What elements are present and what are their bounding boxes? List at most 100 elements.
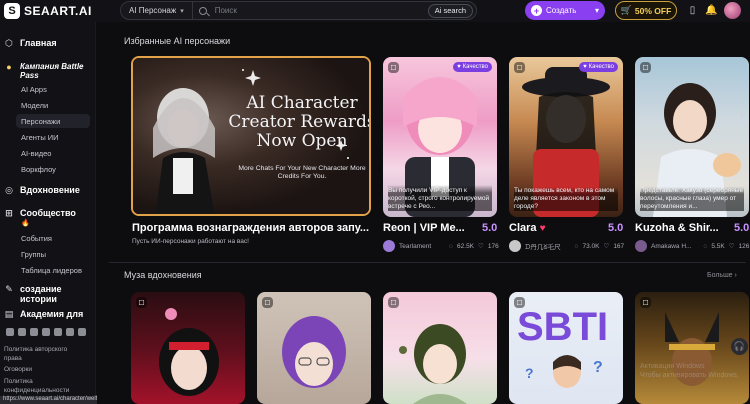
sidebar-item-home[interactable]: ⬡ Главная	[4, 38, 57, 49]
promo-button[interactable]: 🛒 50% OFF	[615, 1, 677, 20]
sidebar-item-create-stories[interactable]: ✎ создание истории	[4, 284, 80, 305]
sidebar-item-community[interactable]: ⊞ Сообщество	[4, 207, 76, 219]
sidebar-item-battle-pass[interactable]: ● Кампания Battle Pass	[4, 62, 86, 80]
disclaimer-link[interactable]: Оговорки	[4, 366, 32, 373]
more-link[interactable]: Больше ›	[707, 272, 737, 279]
logo[interactable]: S SEAART.AI	[4, 3, 92, 19]
character-card[interactable]: ☐ ♥ Качество Вы получили VIP-доступ к ко…	[383, 57, 497, 217]
search-type-dropdown[interactable]: AI Персонаж ▾	[121, 2, 193, 19]
sidebar-item-leaderboard[interactable]: Таблица лидеров	[21, 266, 82, 275]
character-meta: Tearlament ◌ 62.5K ♡ 176	[383, 240, 499, 252]
character-greeting: Представьте: Хакузо (серебряные волосы, …	[640, 187, 744, 211]
x-icon[interactable]	[18, 328, 26, 336]
discord-icon[interactable]	[6, 328, 14, 336]
character-card[interactable]: ☐ Представьте: Хакузо (серебряные волосы…	[635, 57, 749, 217]
sidebar-item-groups[interactable]: Группы	[21, 250, 46, 259]
create-button[interactable]: + Создать ▾	[525, 1, 605, 20]
sidebar: ⬡ Главная ● Кампания Battle Pass AI Apps…	[0, 22, 96, 404]
author-name[interactable]: ᗪ丹几ᘜ乇尺	[525, 241, 561, 252]
svg-text:SBTI: SBTI	[517, 305, 608, 349]
svg-text:?: ?	[593, 359, 603, 376]
muse-illustration: SBTI ? ?	[517, 305, 608, 388]
social-links	[6, 328, 86, 336]
support-headphone-icon[interactable]: 🎧	[731, 338, 748, 355]
search-bar[interactable]: AI Персонаж ▾ Поиск Ai search	[120, 1, 477, 20]
character-greeting: Вы получили VIP-доступ к короткой, строг…	[388, 185, 492, 211]
muse-card[interactable]: SBTI ? ? ☐	[509, 292, 623, 404]
sidebar-item-models[interactable]: Модели	[21, 101, 48, 110]
character-name[interactable]: Reon | VIP Me...	[383, 222, 465, 234]
like-icon: ♡	[728, 243, 735, 250]
badge-label: Качество	[588, 64, 614, 70]
facebook-icon[interactable]	[42, 328, 50, 336]
privacy-policy-link[interactable]: Политика конфиденциальности	[4, 377, 84, 395]
search-type-label: AI Персонаж	[129, 6, 177, 15]
author-name[interactable]: Tearlament	[399, 243, 431, 250]
chat-count-icon: ◌	[703, 242, 708, 250]
featured-section-title: Избранные AI персонажи	[124, 36, 231, 46]
section-divider	[109, 262, 746, 263]
like-icon: ♡	[478, 243, 484, 250]
heart-icon: ♥	[539, 223, 546, 234]
sidebar-item-label: Академия для	[20, 309, 84, 319]
instagram-icon[interactable]	[30, 328, 38, 336]
muse-section-title: Муза вдохновения	[124, 270, 202, 280]
sidebar-item-label: Главная	[20, 38, 57, 48]
sidebar-item-ai-video[interactable]: AI-видео	[21, 149, 51, 158]
author-avatar[interactable]	[635, 240, 647, 252]
character-name[interactable]: Clara ♥	[509, 222, 546, 234]
author-name[interactable]: Amakawa H...	[651, 243, 691, 250]
ai-search-button[interactable]: Ai search	[427, 3, 473, 18]
tiktok-icon[interactable]	[54, 328, 62, 336]
character-greeting: Ты покажешь всем, кто на самом деле явля…	[514, 187, 618, 211]
gift-icon: ⊞	[5, 207, 13, 218]
chat-count: 73.0K	[582, 242, 600, 250]
mobile-icon[interactable]: ▯	[686, 4, 699, 17]
sidebar-item-academy[interactable]: ▤ Академия для	[4, 309, 84, 320]
muse-card[interactable]: ☐	[131, 292, 245, 404]
muse-illustration	[282, 316, 346, 388]
chevron-down-icon: ▾	[594, 6, 599, 15]
chat-count: 62.5K	[457, 242, 475, 250]
author-avatar[interactable]	[509, 240, 521, 252]
character-name[interactable]: Kuzoha & Shir...	[635, 222, 719, 234]
banner-title[interactable]: Программа вознаграждения авторов запу...	[132, 222, 369, 234]
sidebar-item-agents[interactable]: Агенты ИИ	[21, 133, 59, 142]
muse-card[interactable]: ☐	[383, 292, 497, 404]
svg-text:?: ?	[525, 365, 534, 381]
rewards-banner-card[interactable]: AI Character Creator Rewards Now Open Mo…	[131, 56, 371, 216]
search-input[interactable]: Поиск	[215, 6, 428, 15]
character-card[interactable]: ☐ ♥ Качество Ты покажешь всем, кто на са…	[509, 57, 623, 217]
chat-icon: ☐	[514, 297, 525, 308]
heart-icon: ♥	[457, 64, 461, 70]
sidebar-item-label: Сообщество	[20, 208, 76, 218]
character-meta: Amakawa H... ◌ 5.5K ♡ 126	[635, 240, 749, 252]
sidebar-item-workflow[interactable]: Воркфлоу	[21, 165, 56, 174]
user-avatar[interactable]	[724, 2, 741, 19]
copyright-policy-link[interactable]: Политика авторского права	[4, 345, 84, 363]
chat-count-icon: ◌	[449, 242, 454, 250]
sidebar-item-characters[interactable]: Персонажи	[21, 117, 60, 126]
muse-card[interactable]: ☐	[257, 292, 371, 404]
youtube-icon[interactable]	[66, 328, 74, 336]
search-icon	[198, 6, 207, 15]
status-url: https://www.seaart.ai/character/welfare	[0, 396, 110, 404]
rating-score: 5.0	[482, 222, 498, 234]
rating-score: 5.0	[608, 222, 624, 234]
sidebar-item-events[interactable]: События	[21, 234, 52, 243]
chat-count-icon: ◌	[574, 242, 579, 250]
carousel-next-icon[interactable]: ›	[736, 104, 748, 124]
sidebar-item-ai-apps[interactable]: AI Apps	[21, 85, 47, 94]
banner-subtitle: Пусть ИИ-персонажи работают на вас!	[132, 238, 249, 245]
chat-icon: ☐	[640, 297, 651, 308]
watermark-line-2: Чтобы активировать Windows,	[640, 372, 739, 379]
like-count: 167	[613, 242, 625, 250]
heart-icon: ♥	[583, 64, 587, 70]
author-avatar[interactable]	[383, 240, 395, 252]
character-name-text: Clara	[509, 222, 537, 234]
reddit-icon[interactable]	[78, 328, 86, 336]
banner-headline: AI Character Creator Rewards Now Open	[228, 93, 371, 151]
create-label: Создать	[546, 6, 577, 15]
sidebar-item-inspiration[interactable]: ◎ Вдохновение	[4, 185, 80, 196]
bell-icon[interactable]: 🔔	[705, 4, 718, 17]
